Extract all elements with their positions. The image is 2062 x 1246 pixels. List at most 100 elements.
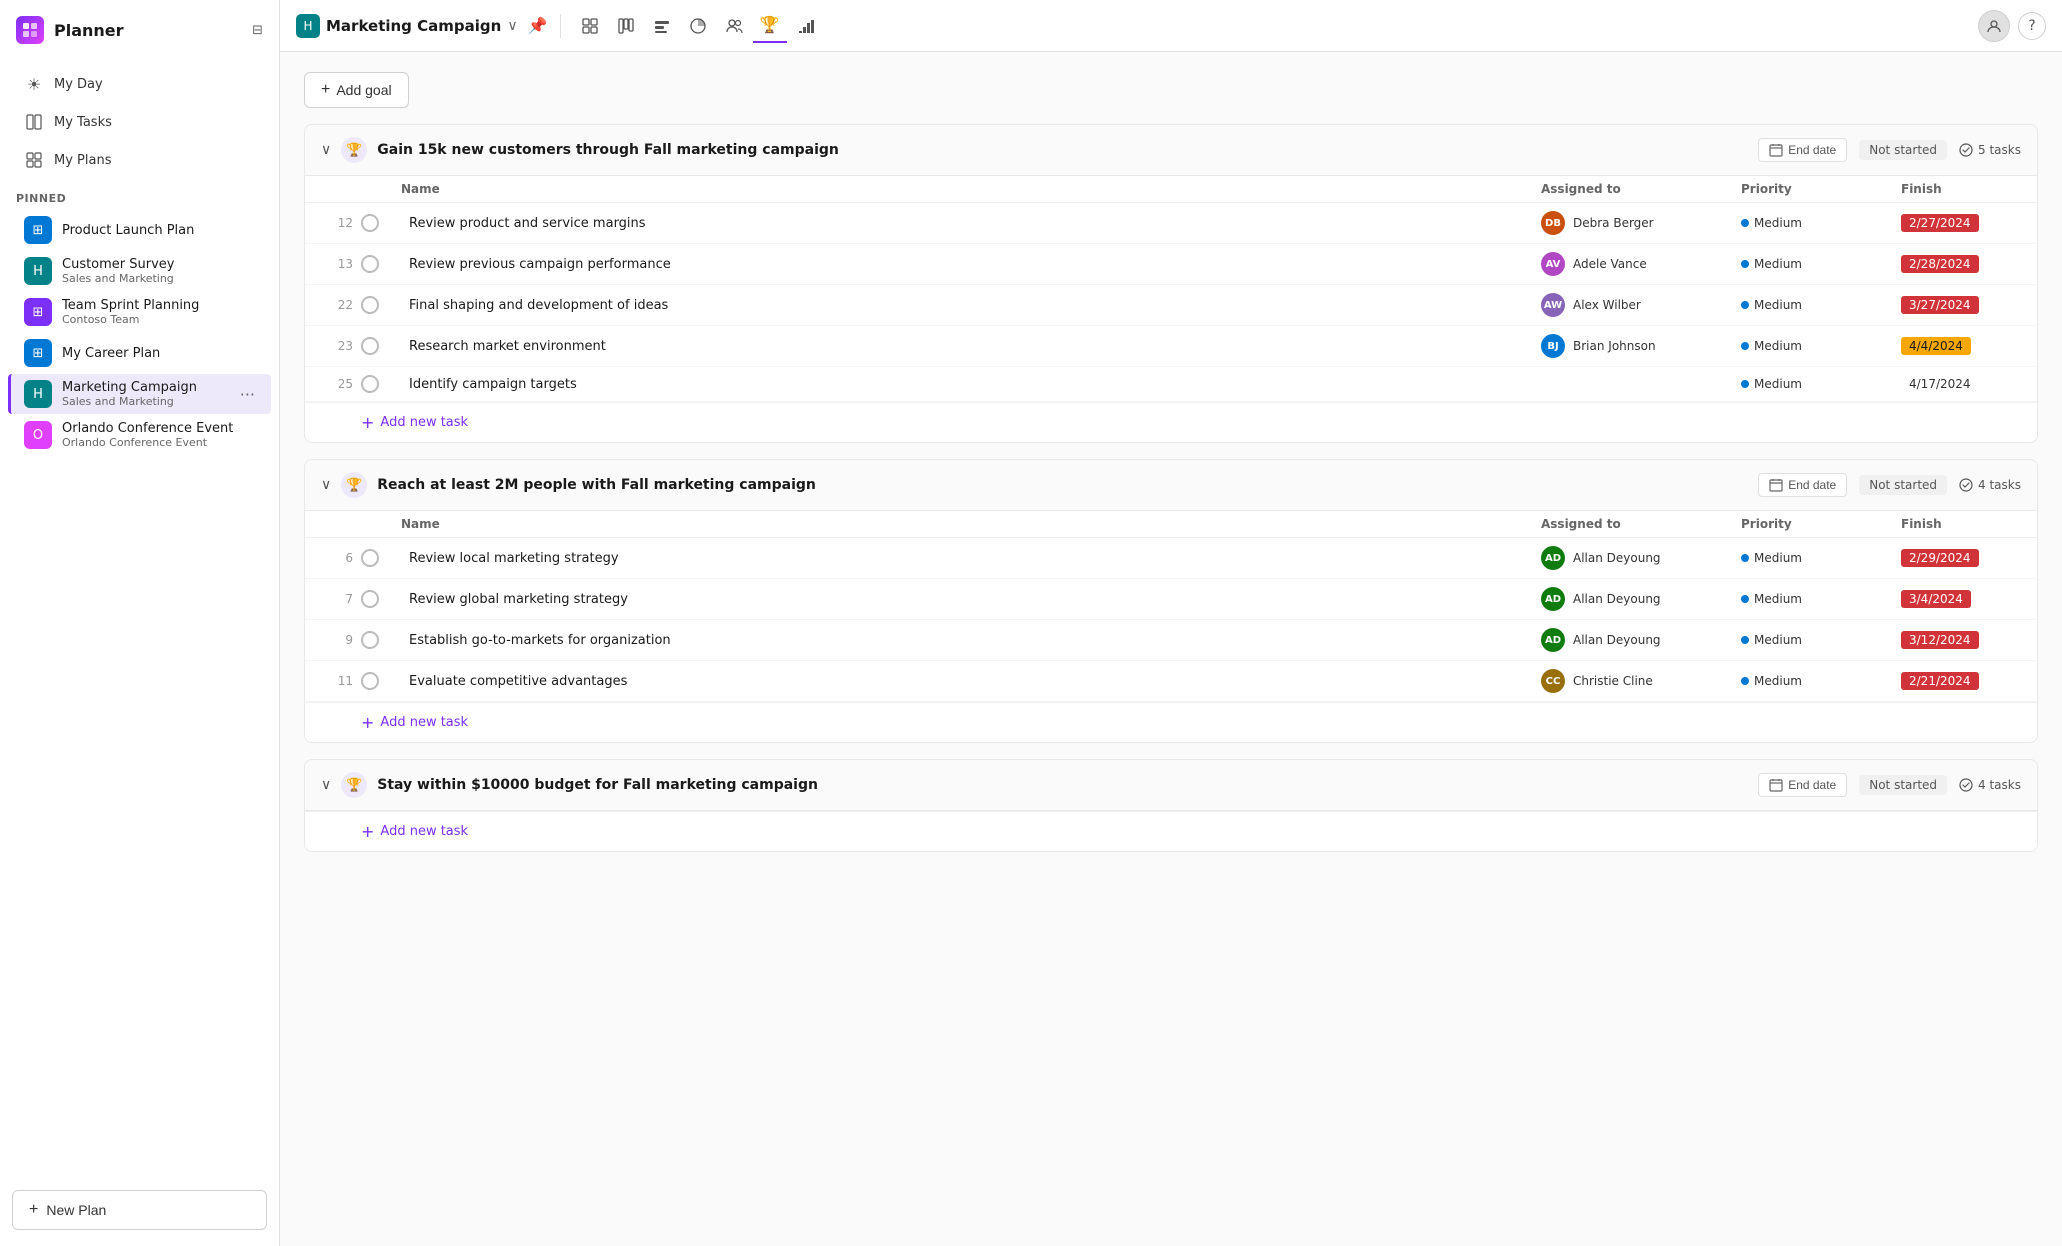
plan-breadcrumb-icon: H <box>296 14 320 38</box>
task-assignee: AW Alex Wilber <box>1541 293 1741 317</box>
breadcrumb-chevron-icon[interactable]: ∨ <box>507 18 517 34</box>
sidebar-plan-item-product-launch[interactable]: ⊞ Product Launch Plan <box>8 210 271 250</box>
priority-label: Medium <box>1754 339 1802 353</box>
task-name: Research market environment <box>401 339 1541 354</box>
goal-chevron-icon[interactable]: ∨ <box>321 142 331 158</box>
end-date-label: End date <box>1788 478 1836 492</box>
task-assignee: AD Allan Deyoung <box>1541 587 1741 611</box>
tasks-count[interactable]: 4 tasks <box>1959 478 2021 492</box>
user-name: Christie Cline <box>1573 674 1653 688</box>
task-checkbox[interactable] <box>361 590 379 608</box>
topbar-right: ? <box>1978 10 2046 42</box>
task-row[interactable]: 13 Review previous campaign performance … <box>305 244 2037 285</box>
sidebar-item-my-tasks[interactable]: My Tasks <box>8 104 271 140</box>
plan-details: My Career Plan <box>62 346 255 361</box>
timeline-view-button[interactable] <box>645 9 679 43</box>
finish-date-value: 2/27/2024 <box>1901 214 1979 232</box>
task-row[interactable]: 12 Review product and service margins DB… <box>305 203 2037 244</box>
topbar: H Marketing Campaign ∨ 📌 <box>280 0 2062 52</box>
sidebar-item-my-plans-label: My Plans <box>54 153 111 168</box>
help-button[interactable]: ? <box>2018 12 2046 40</box>
user-avatar: BJ <box>1541 334 1565 358</box>
tasks-count[interactable]: 5 tasks <box>1959 143 2021 157</box>
add-task-row[interactable]: + Add new task <box>305 811 2037 851</box>
goal-chevron-icon[interactable]: ∨ <box>321 477 331 493</box>
new-plan-label: New Plan <box>46 1202 106 1218</box>
breadcrumb: H Marketing Campaign ∨ <box>296 14 518 38</box>
user-name: Debra Berger <box>1573 216 1654 230</box>
task-table-header: Name Assigned to Priority Finish <box>305 511 2037 538</box>
task-row[interactable]: 22 Final shaping and development of idea… <box>305 285 2037 326</box>
plan-more-icon[interactable]: ··· <box>240 385 255 404</box>
goal-title: Reach at least 2M people with Fall marke… <box>377 477 1748 493</box>
pin-icon[interactable]: 📌 <box>528 16 548 35</box>
people-view-button[interactable] <box>717 9 751 43</box>
task-checkbox[interactable] <box>361 255 379 273</box>
task-row[interactable]: 25 Identify campaign targets Medium 4/17… <box>305 367 2037 402</box>
task-row[interactable]: 23 Research market environment BJ Brian … <box>305 326 2037 367</box>
add-task-icon: + <box>361 413 374 432</box>
task-checkbox[interactable] <box>361 672 379 690</box>
chart-view-button[interactable] <box>681 9 715 43</box>
priority-label: Medium <box>1754 216 1802 230</box>
goal-title: Stay within $10000 budget for Fall marke… <box>377 777 1748 793</box>
finish-date-value: 4/4/2024 <box>1901 337 1971 355</box>
sidebar-nav: ☀ My Day My Tasks My Plans <box>0 60 279 184</box>
app-title: Planner <box>54 21 124 40</box>
priority-dot-icon <box>1741 677 1749 685</box>
layout-toggle-icon[interactable]: ⊟ <box>252 23 263 38</box>
sidebar-item-my-plans[interactable]: My Plans <box>8 142 271 178</box>
goals-view-button[interactable]: 🏆 <box>753 9 787 43</box>
tasks-count[interactable]: 4 tasks <box>1959 778 2021 792</box>
task-priority: Medium <box>1741 339 1901 353</box>
plan-details: Product Launch Plan <box>62 223 255 238</box>
priority-dot-icon <box>1741 342 1749 350</box>
task-finish-date: 3/27/2024 <box>1901 296 2021 314</box>
col-check <box>361 517 401 531</box>
plan-icon: H <box>24 257 52 285</box>
grid-view-button[interactable] <box>573 9 607 43</box>
add-task-row[interactable]: + Add new task <box>305 402 2037 442</box>
plan-details: Marketing Campaign Sales and Marketing <box>62 380 230 408</box>
sidebar-plan-item-orlando-event[interactable]: O Orlando Conference Event Orlando Confe… <box>8 415 271 455</box>
end-date-button[interactable]: End date <box>1758 473 1847 497</box>
sidebar-plan-item-career-plan[interactable]: ⊞ My Career Plan <box>8 333 271 373</box>
board-view-button[interactable] <box>609 9 643 43</box>
task-checkbox[interactable] <box>361 375 379 393</box>
sidebar-item-my-day[interactable]: ☀ My Day <box>8 66 271 102</box>
task-finish-date: 3/12/2024 <box>1901 631 2021 649</box>
sidebar-plan-item-team-sprint[interactable]: ⊞ Team Sprint Planning Contoso Team <box>8 292 271 332</box>
task-priority: Medium <box>1741 674 1901 688</box>
task-checkbox[interactable] <box>361 549 379 567</box>
task-number: 22 <box>321 298 361 312</box>
add-task-row[interactable]: + Add new task <box>305 702 2037 742</box>
goal-header: ∨ 🏆 Reach at least 2M people with Fall m… <box>305 460 2037 511</box>
task-checkbox[interactable] <box>361 631 379 649</box>
task-checkbox[interactable] <box>361 214 379 232</box>
tasks-count-label: 5 tasks <box>1978 143 2021 157</box>
add-goal-button[interactable]: + Add goal <box>304 72 409 108</box>
task-row[interactable]: 6 Review local marketing strategy AD All… <box>305 538 2037 579</box>
end-date-label: End date <box>1788 143 1836 157</box>
end-date-button[interactable]: End date <box>1758 138 1847 162</box>
new-plan-button[interactable]: + New Plan <box>12 1190 267 1230</box>
plan-name: Orlando Conference Event <box>62 421 255 436</box>
task-row[interactable]: 11 Evaluate competitive advantages CC Ch… <box>305 661 2037 702</box>
goal-chevron-icon[interactable]: ∨ <box>321 777 331 793</box>
sidebar-plan-item-customer-survey[interactable]: H Customer Survey Sales and Marketing <box>8 251 271 291</box>
end-date-button[interactable]: End date <box>1758 773 1847 797</box>
task-checkbox[interactable] <box>361 296 379 314</box>
sidebar-plan-item-marketing-campaign[interactable]: H Marketing Campaign Sales and Marketing… <box>8 374 271 414</box>
pinned-section-header: Pinned <box>0 184 279 209</box>
priority-label: Medium <box>1754 298 1802 312</box>
activity-view-button[interactable] <box>789 9 823 43</box>
task-checkbox[interactable] <box>361 337 379 355</box>
sidebar-item-my-tasks-label: My Tasks <box>54 115 112 130</box>
priority-dot-icon <box>1741 595 1749 603</box>
task-row[interactable]: 9 Establish go-to-markets for organizati… <box>305 620 2037 661</box>
task-row[interactable]: 7 Review global marketing strategy AD Al… <box>305 579 2037 620</box>
user-avatar-button[interactable] <box>1978 10 2010 42</box>
task-finish-date: 4/17/2024 <box>1901 375 2021 393</box>
col-num <box>321 182 361 196</box>
priority-dot-icon <box>1741 380 1749 388</box>
